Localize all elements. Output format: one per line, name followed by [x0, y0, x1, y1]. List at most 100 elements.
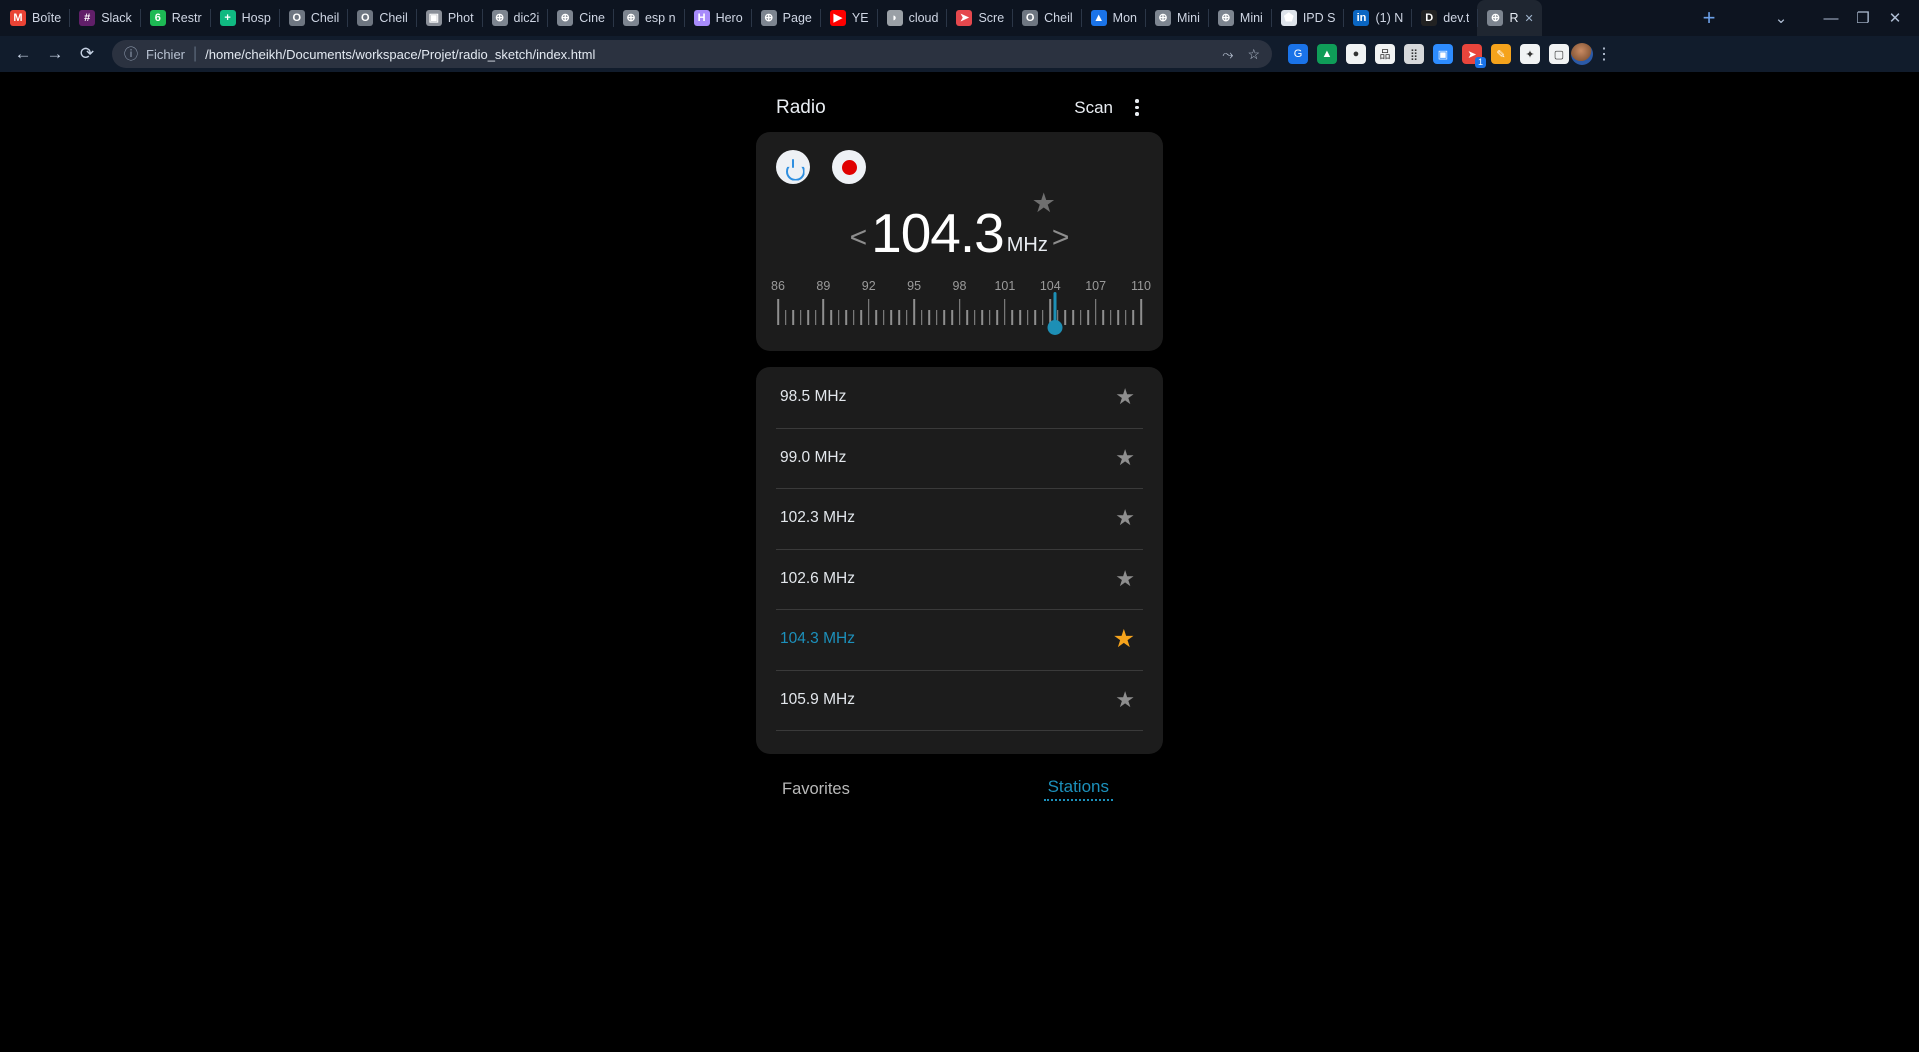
- favorites-tab[interactable]: Favorites: [782, 780, 850, 799]
- station-favorite-star-icon[interactable]: ★: [1115, 567, 1135, 590]
- forward-button[interactable]: →: [40, 39, 70, 69]
- google-drive-icon[interactable]: ▲: [1317, 44, 1337, 64]
- browser-tab[interactable]: H Hero: [683, 0, 751, 36]
- bookmark-star-icon[interactable]: ☆: [1247, 46, 1260, 63]
- browser-tab[interactable]: ▲ Mon: [1080, 0, 1145, 36]
- school-icon: ⬟: [1280, 10, 1297, 26]
- scale-tick-minor: [1041, 310, 1044, 325]
- scale-label: 89: [816, 279, 831, 293]
- browser-tab[interactable]: ⊕ dic2i: [481, 0, 548, 36]
- pill-icon[interactable]: ●: [1346, 44, 1366, 64]
- tuner-knob[interactable]: [1047, 320, 1063, 335]
- power-button[interactable]: [776, 150, 810, 184]
- browser-tab[interactable]: Ddev.t: [1411, 0, 1477, 36]
- browser-tab[interactable]: O Cheil: [1012, 0, 1081, 36]
- kebab-menu-icon[interactable]: [1127, 97, 1147, 119]
- record-icon: [841, 159, 857, 175]
- browser-menu-icon[interactable]: ⋮: [1595, 44, 1613, 64]
- browser-tab[interactable]: O Cheil: [278, 0, 348, 36]
- highlighter-icon[interactable]: ✎: [1491, 44, 1511, 64]
- url-text[interactable]: /home/cheikh/Documents/workspace/Projet/…: [205, 47, 595, 62]
- station-favorite-star-icon[interactable]: ★: [1115, 446, 1135, 469]
- tuner-scale[interactable]: 86 89 92 95 98 101 104 107 110: [771, 279, 1151, 335]
- scale-tick-minor: [973, 310, 976, 325]
- app-bar-actions: Scan: [1074, 97, 1147, 119]
- browser-tab[interactable]: ⊕ Mini: [1207, 0, 1271, 36]
- scale-ticks[interactable]: [777, 292, 1142, 335]
- scale-tick-minor: [860, 310, 862, 325]
- zoom-meeting-icon[interactable]: ▣: [1433, 44, 1453, 64]
- station-favorite-star-icon[interactable]: ★: [1115, 507, 1135, 529]
- scale-tick-minor: [875, 310, 878, 325]
- scale-label: 98: [952, 279, 967, 293]
- browser-tab[interactable]: ⊕ R ✕: [1477, 0, 1542, 36]
- extension-badge: 1: [1474, 57, 1486, 68]
- station-favorite-star-filled-icon[interactable]: ★: [1113, 626, 1135, 652]
- browser-tab[interactable]: ◗ cloud: [876, 0, 947, 36]
- extensions-area: G ▲ ● 品 ⣿ ▣ ➤ 1 ✎ ✦ ▢: [1282, 44, 1569, 68]
- browser-tab[interactable]: ⊕ Page: [750, 0, 820, 36]
- share-icon[interactable]: ⤳: [1222, 46, 1233, 63]
- browser-tab[interactable]: ▶ YE: [819, 0, 877, 36]
- browser-tab[interactable]: M Boîte: [0, 0, 69, 36]
- station-favorite-star-icon[interactable]: ★: [1115, 386, 1135, 408]
- browser-tab[interactable]: ▣ Phot: [415, 0, 482, 36]
- sidebar-icon[interactable]: ▢: [1549, 44, 1569, 64]
- globe-icon: ⊕: [622, 10, 639, 26]
- station-row[interactable]: 105.9 MHz ★: [758, 669, 1161, 731]
- scale-tick-minor: [1072, 310, 1074, 325]
- close-tab-icon[interactable]: ✕: [1524, 12, 1533, 25]
- scan-button[interactable]: Scan: [1074, 98, 1113, 118]
- scale-tick-minor: [1102, 310, 1104, 325]
- browser-tab[interactable]: ⊕ Mini: [1144, 0, 1208, 36]
- prev-station-button[interactable]: <: [850, 221, 868, 261]
- profile-avatar[interactable]: [1571, 43, 1593, 65]
- station-list-footer-divider: [758, 730, 1161, 754]
- tab-label: dic2i: [513, 11, 540, 25]
- station-favorite-star-icon[interactable]: ★: [1115, 688, 1135, 711]
- station-row[interactable]: 98.5 MHz ★: [758, 367, 1161, 428]
- video-download-icon[interactable]: ➤ 1: [1462, 44, 1486, 68]
- google-translate-icon[interactable]: G: [1288, 44, 1308, 64]
- tab-label: Cheil: [379, 11, 408, 25]
- tab-label: Hosp: [241, 11, 271, 25]
- tab-search-button[interactable]: ⌄: [1767, 4, 1795, 32]
- station-row[interactable]: 102.6 MHz ★: [758, 548, 1161, 610]
- reload-button[interactable]: ⟳: [72, 39, 102, 69]
- next-station-button[interactable]: >: [1052, 221, 1070, 261]
- leaf-icon: 6: [149, 10, 166, 26]
- grid-icon[interactable]: ⣿: [1404, 44, 1424, 64]
- scale-tick-minor: [981, 310, 983, 325]
- scale-tick-minor: [1034, 310, 1036, 325]
- station-row[interactable]: 102.3 MHz ★: [758, 488, 1161, 549]
- sitemap-icon[interactable]: 品: [1375, 44, 1395, 64]
- minimize-button[interactable]: —: [1817, 4, 1845, 32]
- browser-tab[interactable]: ⬟ IPD S: [1270, 0, 1344, 36]
- browser-tab[interactable]: O Cheil: [347, 0, 416, 36]
- tab-label: esp n: [644, 11, 676, 25]
- record-button[interactable]: [832, 150, 866, 184]
- browser-tab[interactable]: 6 Restr: [139, 0, 210, 36]
- browser-tab[interactable]: ⊕ esp n: [612, 0, 684, 36]
- address-bar[interactable]: ⓘ Fichier | /home/cheikh/Documents/works…: [112, 40, 1272, 68]
- tab-label: Cine: [579, 11, 605, 25]
- close-window-button[interactable]: ✕: [1881, 4, 1909, 32]
- site-info-icon[interactable]: ⓘ: [124, 44, 138, 64]
- browser-tab[interactable]: # Slack: [69, 0, 140, 36]
- browser-tab[interactable]: ➤ Scre: [946, 0, 1012, 36]
- favorite-star-icon[interactable]: ★: [1032, 190, 1056, 217]
- back-button[interactable]: ←: [8, 39, 38, 69]
- browser-tab[interactable]: + Hosp: [209, 0, 279, 36]
- browser-tab[interactable]: ⊕ Cine: [547, 0, 613, 36]
- youtube-icon: ▶: [829, 10, 846, 26]
- stations-link[interactable]: Stations: [1043, 777, 1113, 801]
- puzzle-extensions-icon[interactable]: ✦: [1520, 44, 1540, 64]
- maximize-button[interactable]: ❐: [1849, 4, 1877, 32]
- station-row[interactable]: 99.0 MHz ★: [758, 427, 1161, 489]
- scale-tick-major: [777, 299, 779, 325]
- station-row[interactable]: 104.3 MHz ★: [758, 609, 1161, 670]
- screencast-icon: ➤: [956, 10, 973, 26]
- browser-tab[interactable]: in (1) N: [1343, 0, 1411, 36]
- scale-tick-minor: [830, 310, 832, 325]
- new-tab-button[interactable]: +: [1695, 4, 1723, 32]
